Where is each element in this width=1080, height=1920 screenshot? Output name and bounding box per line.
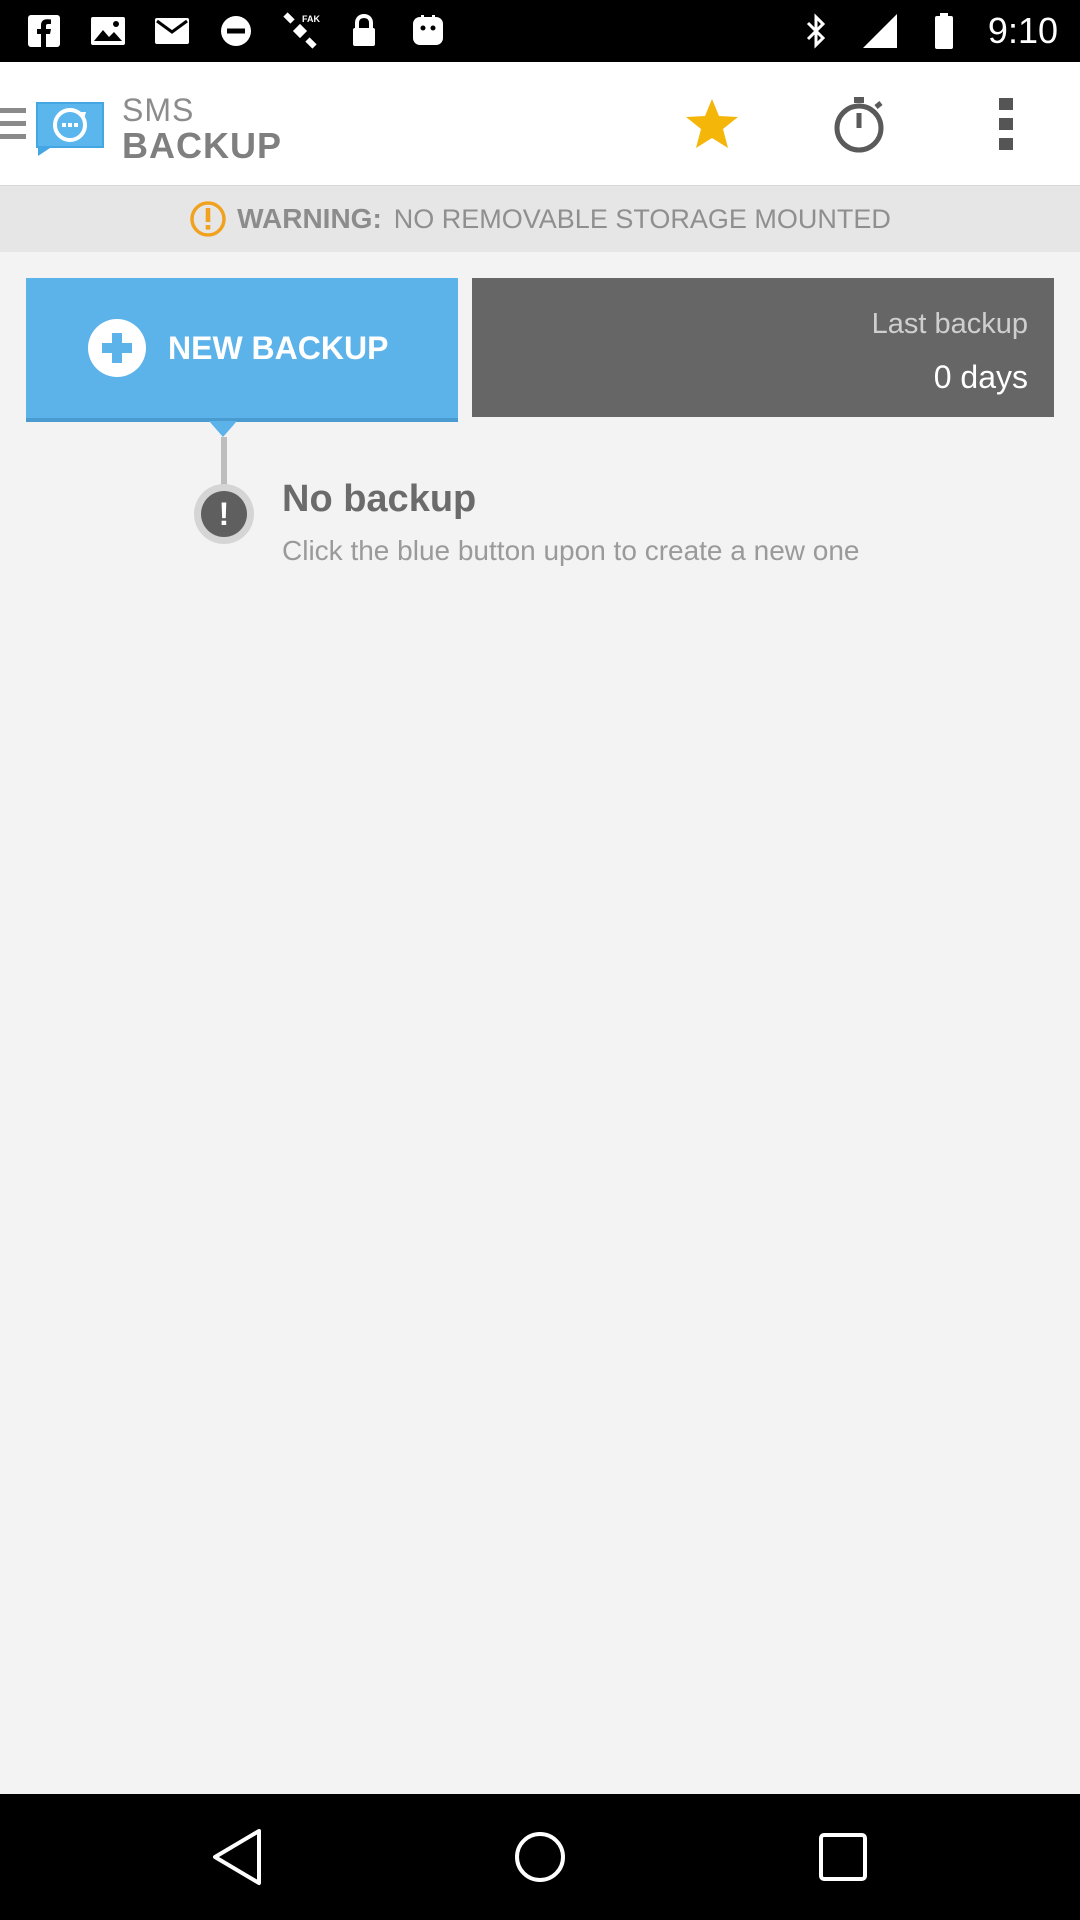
warning-banner: WARNING: NO REMOVABLE STORAGE MOUNTED xyxy=(0,186,1080,252)
timer-icon[interactable] xyxy=(829,94,889,154)
warning-message: NO REMOVABLE STORAGE MOUNTED xyxy=(393,203,891,234)
app-logo-icon xyxy=(32,98,108,158)
lock-icon xyxy=(344,11,384,51)
drawer-menu-icon[interactable] xyxy=(0,108,26,142)
navigation-bar xyxy=(0,1794,1080,1920)
alert-icon: ! xyxy=(194,484,254,544)
back-icon[interactable] xyxy=(204,1824,270,1890)
app-screen: FAKE 9:10 xyxy=(0,0,1080,1920)
empty-state-subtitle: Click the blue button upon to create a n… xyxy=(282,535,860,566)
plus-icon xyxy=(88,319,146,377)
overflow-menu-icon[interactable] xyxy=(976,94,1036,154)
star-icon[interactable] xyxy=(682,94,742,154)
warning-label: WARNING: xyxy=(237,203,382,234)
button-pointer xyxy=(209,421,237,437)
image-icon xyxy=(88,11,128,51)
system-icons: 9:10 xyxy=(796,8,1058,54)
bluetooth-icon xyxy=(796,11,836,51)
do-not-disturb-icon xyxy=(216,11,256,51)
battery-icon xyxy=(924,11,964,51)
last-backup-value: 0 days xyxy=(933,359,1028,395)
app-title: SMS BACKUP xyxy=(122,94,282,164)
clock: 9:10 xyxy=(987,10,1058,51)
home-icon[interactable] xyxy=(507,1824,573,1890)
mail-icon xyxy=(152,11,192,51)
satellite-icon: FAKE xyxy=(280,11,320,51)
last-backup-title: Last backup xyxy=(871,308,1028,340)
last-backup-card: Last backup 0 days xyxy=(472,278,1054,417)
app-title-line1: SMS xyxy=(122,92,195,128)
new-backup-button[interactable]: NEW BACKUP xyxy=(26,278,458,422)
warning-icon xyxy=(190,201,226,237)
new-backup-label: NEW BACKUP xyxy=(168,329,389,366)
facebook-icon xyxy=(24,11,64,51)
app-bar: SMS BACKUP xyxy=(0,62,1080,186)
app-title-line2: BACKUP xyxy=(122,125,283,166)
android-icon xyxy=(408,11,448,51)
empty-state-title: No backup xyxy=(282,478,477,520)
recents-icon[interactable] xyxy=(810,1824,876,1890)
notification-icons: FAKE xyxy=(24,8,448,54)
status-bar: FAKE 9:10 xyxy=(0,0,1080,62)
svg-text:FAKE: FAKE xyxy=(302,14,320,24)
signal-icon xyxy=(860,11,900,51)
